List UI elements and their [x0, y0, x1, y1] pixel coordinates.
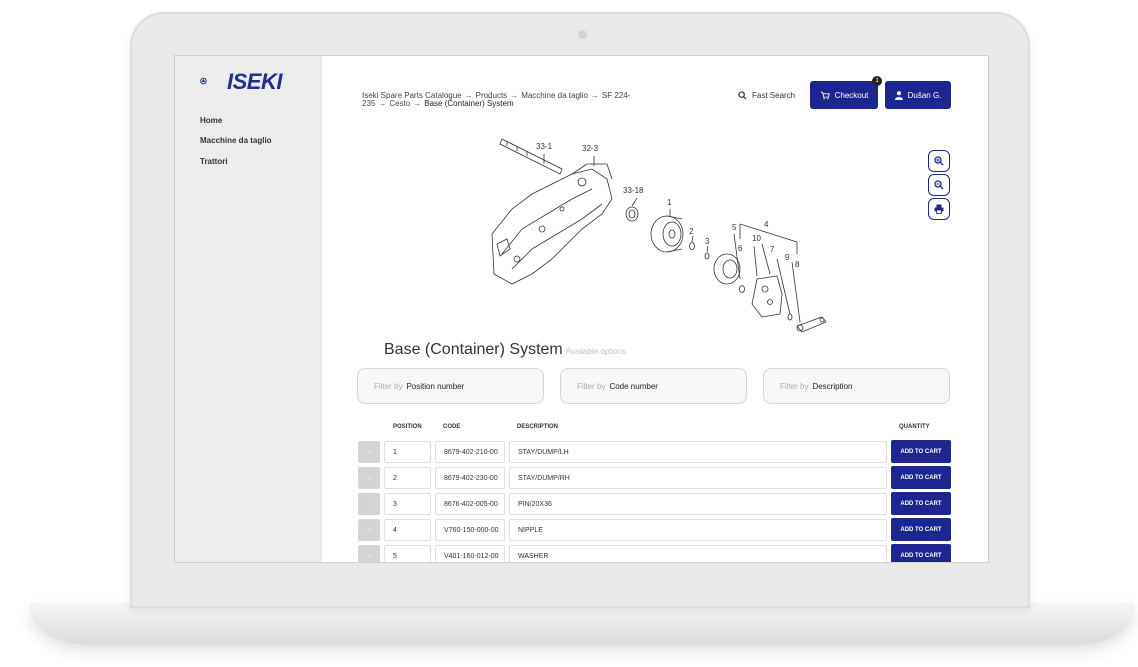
cell-description: PIN/20X36 [509, 493, 887, 515]
page-title: Base (Container) System Available options [384, 341, 626, 359]
cell-position: 4 [384, 519, 431, 541]
add-to-cart-button[interactable]: ADD TO CART [891, 518, 951, 541]
part-thumbnail[interactable]: IMG [358, 441, 380, 463]
filter-position-input[interactable]: Filter by Position number [357, 368, 544, 404]
zoom-out-button[interactable] [928, 174, 950, 196]
checkout-label: Checkout [834, 90, 869, 100]
diagram-label[interactable]: 33-18 [623, 186, 643, 195]
diagram-label[interactable]: 2 [689, 227, 693, 236]
part-thumbnail[interactable]: IMG [358, 519, 380, 541]
main-content: Iseki Spare Parts Catalogue → Products → Mac… [322, 56, 988, 562]
cell-position: 2 [384, 467, 431, 489]
cell-description: STAY/DUMP/LH [509, 441, 887, 463]
add-to-cart-button[interactable]: ADD TO CART [891, 544, 951, 562]
breadcrumb-item-cesto[interactable]: Cesto [389, 99, 410, 108]
cell-position: 3 [384, 493, 431, 515]
zoom-out-icon [934, 180, 944, 190]
page-title-text: Base (Container) System [384, 341, 563, 358]
filter-label: Filter by [780, 381, 809, 391]
arrow-right-icon: → [590, 91, 599, 100]
cell-position: 1 [384, 441, 431, 463]
fast-search-label: Fast Search [752, 91, 796, 100]
part-thumbnail[interactable]: IMG [358, 545, 380, 562]
diagram-label[interactable]: 8 [795, 260, 799, 269]
zoom-in-icon [934, 156, 944, 166]
available-options-label: Available options [565, 347, 627, 356]
user-name: Dušan G. [907, 90, 942, 100]
diagram-label[interactable]: 7 [770, 245, 774, 254]
camera [578, 30, 587, 39]
diagram-label[interactable]: 33-1 [536, 142, 552, 151]
diagram-label[interactable]: 32-3 [582, 144, 598, 153]
cell-code: V401-160-012-00 [435, 545, 505, 562]
filter-value: Description [812, 381, 853, 391]
column-header-code[interactable]: CODE [443, 416, 460, 438]
diagram-label[interactable]: 9 [785, 253, 789, 262]
cell-position: 5 [384, 545, 431, 562]
print-button[interactable] [928, 198, 950, 220]
cell-code: 8676-402-005-00 [435, 493, 505, 515]
cart-icon [820, 91, 830, 99]
column-header-description[interactable]: DESCRIPTION [517, 416, 558, 438]
sidebar-item-trattori[interactable]: Trattori [200, 157, 228, 166]
part-thumbnail[interactable]: IMG [358, 493, 380, 515]
iseki-logo-icon[interactable] [200, 70, 230, 92]
diagram-label[interactable]: 3 [705, 237, 709, 246]
cell-code: 8679-402-230-00 [435, 467, 505, 489]
search-icon [738, 91, 747, 100]
fast-search-button[interactable]: Fast Search [738, 91, 795, 100]
diagram-label[interactable]: 6 [738, 244, 742, 253]
part-thumbnail[interactable]: IMG [358, 467, 380, 489]
cell-description: STAY/DUMP/RH [509, 467, 887, 489]
print-icon [934, 204, 944, 214]
breadcrumb-current: Base (Container) System [424, 99, 514, 108]
filter-description-input[interactable]: Filter by Description [763, 368, 950, 404]
diagram-labels: 33-1 32-3 33-18 1 2 3 5 4 10 6 7 9 8 [472, 134, 832, 339]
user-menu-button[interactable]: Dušan G. [885, 81, 951, 109]
sidebar-item-macchine-da-taglio[interactable]: Macchine da taglio [200, 136, 272, 145]
diagram-label[interactable]: 5 [732, 223, 736, 232]
cart-count-badge: 1 [872, 76, 882, 86]
logo-text[interactable]: ISEKI [227, 69, 282, 95]
app-screen: ISEKI Home Macchine da taglio Trattori I… [175, 56, 988, 562]
column-header-position[interactable]: POSITION [393, 416, 422, 438]
cell-code: 8679-402-210-00 [435, 441, 505, 463]
cell-description: NIPPLE [509, 519, 887, 541]
arrow-right-icon: → [413, 99, 422, 108]
breadcrumb: Iseki Spare Parts Catalogue → Products → Mac… [362, 92, 642, 108]
sidebar-item-home[interactable]: Home [200, 116, 222, 125]
checkout-button[interactable]: Checkout [810, 81, 878, 109]
add-to-cart-button[interactable]: ADD TO CART [891, 466, 951, 489]
filter-code-input[interactable]: Filter by Code number [560, 368, 747, 404]
sidebar: ISEKI Home Macchine da taglio Trattori [175, 56, 322, 562]
cell-code: V760-150-000-00 [435, 519, 505, 541]
column-header-quantity[interactable]: QUANTITY [899, 416, 930, 438]
diagram-label[interactable]: 10 [752, 234, 761, 243]
user-icon [894, 90, 903, 100]
cell-description: WASHER [509, 545, 887, 562]
diagram-label[interactable]: 1 [667, 198, 671, 207]
zoom-in-button[interactable] [928, 150, 950, 172]
filter-label: Filter by [374, 381, 403, 391]
diagram-label[interactable]: 4 [764, 220, 768, 229]
filter-label: Filter by [577, 381, 606, 391]
filter-value: Position number [406, 381, 465, 391]
arrow-right-icon: → [378, 99, 387, 108]
add-to-cart-button[interactable]: ADD TO CART [891, 492, 951, 515]
breadcrumb-item-macchine[interactable]: Macchine da taglio [521, 91, 588, 100]
add-to-cart-button[interactable]: ADD TO CART [891, 440, 951, 463]
laptop-base [30, 603, 1135, 645]
filter-value: Code number [609, 381, 658, 391]
